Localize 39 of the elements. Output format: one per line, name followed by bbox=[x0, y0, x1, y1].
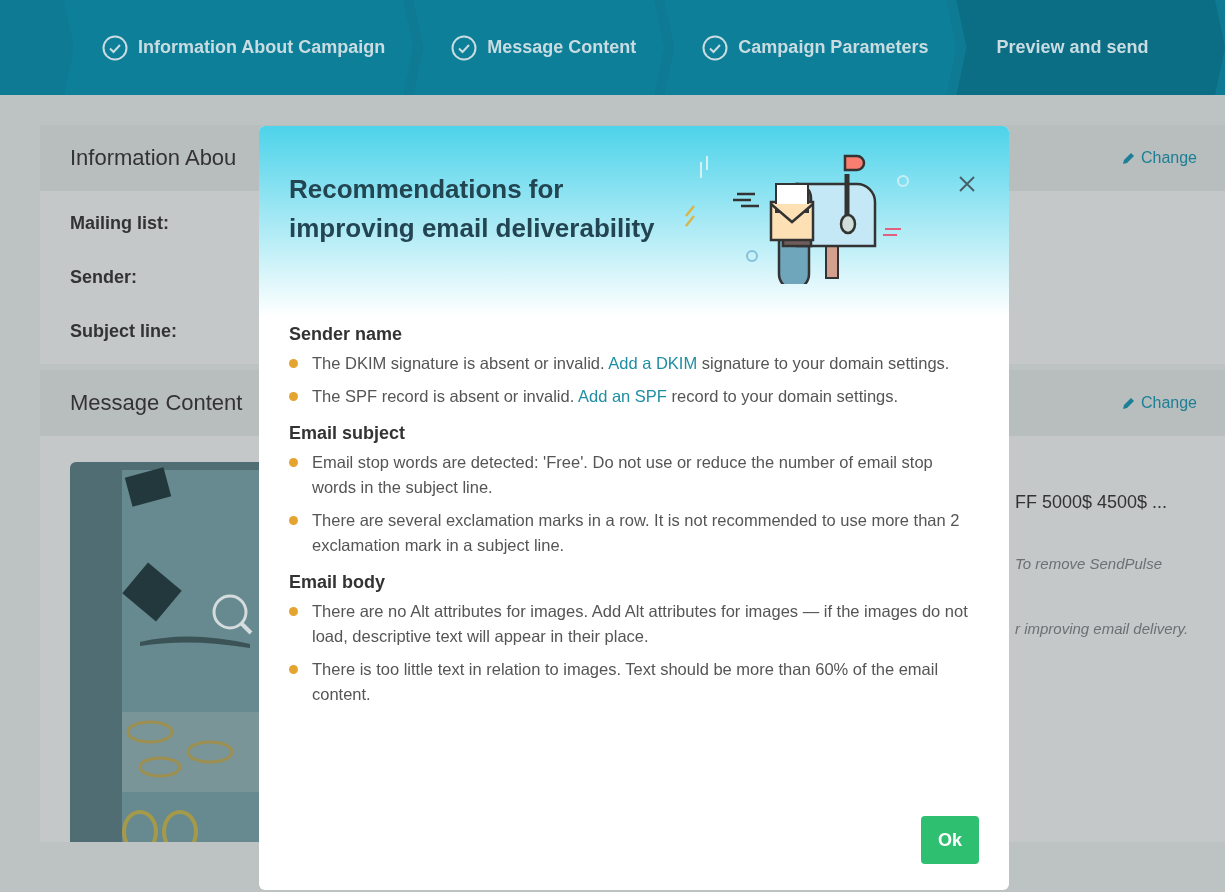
field-label: Subject line: bbox=[70, 321, 177, 342]
recommendation-text: The DKIM signature is absent or invalid. Add a DKIM signature to your domain settings. bbox=[312, 353, 950, 374]
pencil-icon bbox=[1121, 396, 1136, 410]
step-tab[interactable]: Preview and send bbox=[956, 0, 1225, 95]
settings-link[interactable]: Add an SPF bbox=[577, 387, 667, 405]
note-text: To remove SendPulse bbox=[1015, 555, 1164, 572]
recommendation-text: The SPF record is absent or invalid. Add an SPF record to your domain settings. bbox=[312, 386, 899, 407]
bullet-icon bbox=[289, 607, 298, 616]
recommendation-text: There is too little text in relation to images. Text should be more than 60% of the email content. bbox=[312, 659, 940, 705]
bullet-icon bbox=[289, 665, 298, 674]
check-icon bbox=[102, 34, 128, 61]
section-heading: Email subject bbox=[289, 423, 407, 444]
section-heading: Sender name bbox=[289, 324, 404, 345]
card-title: Message Content bbox=[70, 390, 243, 416]
change-link[interactable]: Change bbox=[1121, 149, 1197, 167]
step-tab[interactable]: Information About Campaign bbox=[64, 0, 414, 95]
step-tab[interactable]: Message Content bbox=[413, 0, 665, 95]
step-tab[interactable]: Campaign Parameters bbox=[664, 0, 957, 95]
bullet-icon bbox=[289, 516, 298, 525]
field-label: Mailing list: bbox=[70, 213, 169, 234]
card-title: Information Abou bbox=[70, 145, 237, 171]
section-heading: Email body bbox=[289, 572, 387, 593]
close-button[interactable] bbox=[957, 174, 977, 194]
note-text: r improving email delivery. bbox=[1015, 620, 1190, 637]
subject-text: FF 5000$ 4500$ ... bbox=[1015, 492, 1169, 513]
bullet-icon bbox=[289, 458, 298, 467]
settings-link[interactable]: Add a DKIM bbox=[608, 354, 698, 372]
bullet-icon bbox=[289, 392, 298, 401]
check-icon bbox=[702, 34, 729, 61]
dialog-title: Recommendations for improving email deliverability bbox=[289, 173, 656, 245]
field-label: Sender: bbox=[70, 267, 138, 288]
change-link[interactable]: Change bbox=[1121, 394, 1197, 412]
recommendation-text: There are no Alt attributes for images. Add Alt attributes for images — if the images do not load, descriptive text will appear in their place. bbox=[312, 601, 969, 647]
recommendation-text: There are several exclamation marks in a row. It is not recommended to use more than 2 exclamation mark in a subject line. bbox=[312, 510, 961, 556]
bullet-icon bbox=[289, 359, 298, 368]
ok-button[interactable]: Ok bbox=[921, 816, 979, 864]
pencil-icon bbox=[1121, 151, 1136, 165]
recommendation-text: Email stop words are detected: 'Free'. Do not use or reduce the number of email stop words in the subject line. bbox=[312, 452, 934, 498]
check-icon bbox=[451, 34, 478, 61]
